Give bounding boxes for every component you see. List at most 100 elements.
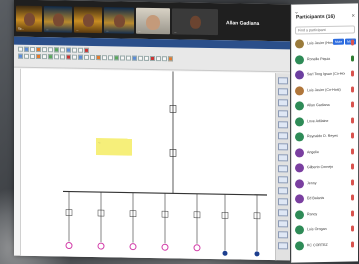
- tool-icon[interactable]: [126, 55, 131, 61]
- participant-row[interactable]: Rancy: [295, 207, 356, 222]
- single-line-diagram: [63, 71, 267, 257]
- participant-row[interactable]: Angelie: [295, 145, 356, 160]
- mic-muted-icon[interactable]: [351, 178, 354, 186]
- tool-icon[interactable]: [168, 56, 173, 62]
- participant-row[interactable]: Gilberto Cornejo: [295, 160, 356, 175]
- palette-icon[interactable]: [278, 242, 288, 250]
- tool-icon[interactable]: [66, 54, 71, 60]
- palette-icon[interactable]: [278, 110, 288, 118]
- mic-muted-icon[interactable]: [351, 209, 354, 217]
- tool-icon[interactable]: [72, 54, 77, 60]
- palette-icon[interactable]: [278, 143, 288, 151]
- tool-icon[interactable]: [132, 55, 137, 61]
- close-icon[interactable]: ×: [351, 13, 355, 19]
- palette-icon[interactable]: [278, 198, 288, 206]
- mic-muted-icon[interactable]: [351, 225, 354, 232]
- palette-icon[interactable]: [278, 231, 288, 239]
- video-tile-name: ...: [46, 27, 49, 32]
- palette-icon[interactable]: [278, 176, 288, 184]
- tool-icon[interactable]: [144, 55, 149, 61]
- tool-icon[interactable]: [90, 54, 95, 61]
- tool-icon[interactable]: [156, 56, 161, 62]
- tool-icon[interactable]: [60, 47, 65, 53]
- tool-icon[interactable]: [162, 56, 167, 62]
- tool-icon[interactable]: [24, 53, 29, 59]
- mic-muted-icon[interactable]: [351, 163, 354, 170]
- tool-icon[interactable]: [102, 55, 107, 61]
- tool-icon[interactable]: [24, 46, 29, 52]
- video-tile[interactable]: ...: [172, 8, 218, 36]
- video-gallery: Sir... ... ... ... ... ... Allan Gadiana: [14, 0, 290, 42]
- tool-icon[interactable]: [78, 47, 83, 53]
- mic-muted-icon[interactable]: [351, 39, 354, 46]
- tool-icon[interactable]: [96, 55, 101, 61]
- tool-icon[interactable]: [138, 55, 143, 61]
- video-tile[interactable]: ...: [104, 7, 134, 34]
- mic-muted-icon[interactable]: [351, 70, 354, 77]
- participant-name: Sarl Tong Igsao (Co-Host): [307, 71, 345, 77]
- palette-icon[interactable]: [278, 187, 288, 195]
- participant-row[interactable]: Luis Javier (Host, me)MuteMore: [295, 36, 357, 51]
- tool-icon[interactable]: [30, 53, 35, 59]
- tool-icon[interactable]: [120, 55, 125, 61]
- tool-icon[interactable]: [54, 54, 59, 60]
- text-note[interactable]: ...: [96, 138, 132, 156]
- video-tile[interactable]: Sir...: [16, 5, 42, 33]
- mic-muted-icon[interactable]: [351, 147, 354, 155]
- mic-muted-icon[interactable]: [351, 240, 354, 248]
- palette-icon[interactable]: [278, 209, 288, 217]
- palette-icon[interactable]: [278, 132, 288, 140]
- tool-icon[interactable]: [54, 47, 59, 53]
- tool-icon[interactable]: [30, 46, 35, 52]
- tool-icon[interactable]: [60, 54, 65, 60]
- mic-icon[interactable]: [351, 54, 354, 62]
- video-tile[interactable]: ...: [44, 6, 72, 33]
- tool-icon[interactable]: [84, 54, 89, 60]
- tool-icon[interactable]: [18, 46, 23, 52]
- branch-circuit: [129, 192, 137, 251]
- load-symbol: [161, 243, 169, 251]
- palette-icon[interactable]: [278, 154, 288, 162]
- participant-row[interactable]: Jenny: [295, 176, 356, 191]
- video-tile[interactable]: ...: [74, 6, 102, 34]
- tool-icon[interactable]: [108, 55, 113, 61]
- participant-row[interactable]: Allan Gadiana: [295, 98, 356, 113]
- participant-face: [83, 13, 94, 27]
- tool-icon[interactable]: [150, 55, 155, 62]
- tool-icon[interactable]: [42, 47, 47, 53]
- participant-row[interactable]: Luis Orogan: [295, 222, 356, 237]
- participant-row[interactable]: KC CORTEZ: [295, 238, 356, 253]
- tool-icon[interactable]: [36, 53, 41, 60]
- tool-icon[interactable]: [72, 47, 77, 53]
- tool-icon[interactable]: [78, 54, 83, 60]
- tool-icon[interactable]: [114, 55, 119, 61]
- palette-icon[interactable]: [278, 99, 288, 107]
- palette-icon[interactable]: [278, 165, 288, 173]
- participant-row[interactable]: Reynaldo D. Reyes: [295, 129, 356, 144]
- palette-icon[interactable]: [278, 220, 288, 228]
- video-tile[interactable]: ...: [136, 7, 170, 35]
- tool-icon[interactable]: [66, 47, 71, 53]
- mic-muted-icon[interactable]: [351, 194, 354, 201]
- mute-button[interactable]: Mute: [333, 38, 345, 45]
- tool-icon[interactable]: [42, 54, 47, 60]
- tool-icon[interactable]: [36, 46, 41, 53]
- mic-muted-icon[interactable]: [351, 132, 354, 139]
- participant-row[interactable]: Sarl Tong Igsao (Co-Host): [295, 67, 356, 82]
- participant-row[interactable]: Love Adilaine: [295, 114, 356, 129]
- tool-icon[interactable]: [48, 47, 53, 53]
- tool-icon[interactable]: [18, 53, 23, 59]
- palette-icon[interactable]: [278, 77, 288, 85]
- participant-row[interactable]: Ed Balanis: [295, 191, 356, 206]
- tool-icon[interactable]: [84, 47, 89, 53]
- participant-row[interactable]: Luis Javier (Co-Host): [295, 83, 356, 98]
- palette-icon[interactable]: [278, 121, 288, 129]
- drawing-canvas[interactable]: [20, 68, 277, 261]
- participant-search-input[interactable]: Find a participant: [295, 25, 355, 35]
- palette-icon[interactable]: [278, 88, 288, 96]
- mic-muted-icon[interactable]: [351, 85, 354, 93]
- mic-muted-icon[interactable]: [351, 101, 354, 108]
- tool-icon[interactable]: [48, 54, 53, 60]
- participant-row[interactable]: Ronelle Piquia: [295, 52, 356, 67]
- mic-muted-icon[interactable]: [351, 116, 354, 124]
